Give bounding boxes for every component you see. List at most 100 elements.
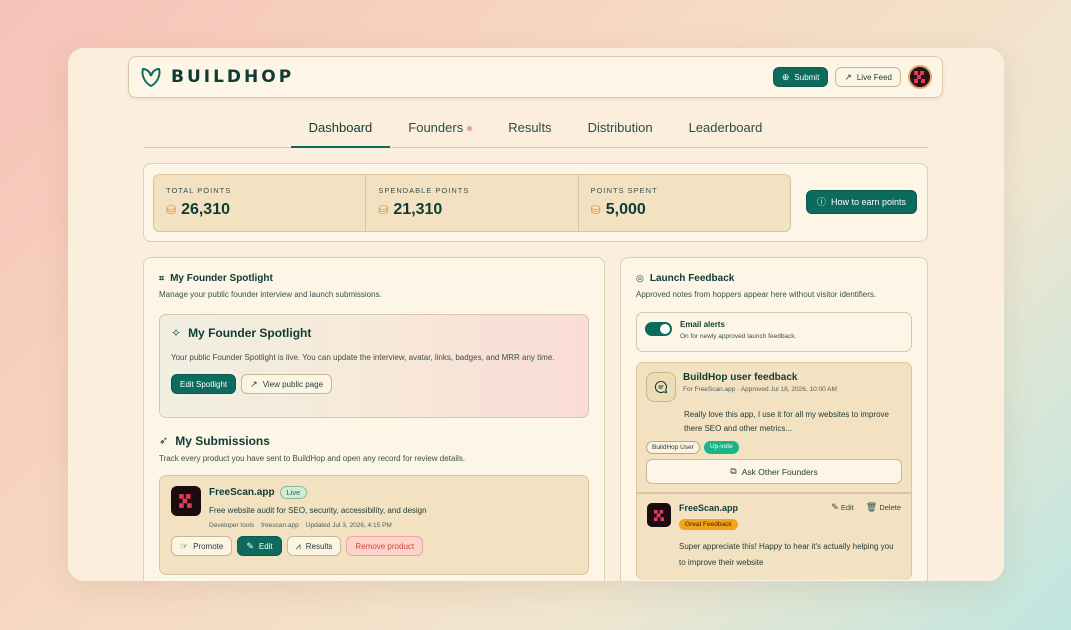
reply-edit-button[interactable]: ✎ Edit bbox=[831, 503, 854, 513]
submissions-title: ➶ My Submissions bbox=[159, 434, 589, 448]
coins-icon: ⛁ bbox=[166, 203, 177, 217]
tab-label: Founders bbox=[408, 120, 464, 135]
live-feed-label: Live Feed bbox=[856, 72, 892, 82]
great-feedback-badge: Great Feedback bbox=[679, 519, 738, 530]
edit-product-label: Edit bbox=[258, 541, 273, 551]
points-spent: POINTS SPENT ⛁ 5,000 bbox=[579, 175, 790, 231]
plus-circle-icon: ⊕ bbox=[781, 71, 790, 82]
feedback-card-meta: For FreeScan.app · Approved Jul 18, 2026… bbox=[683, 386, 837, 393]
live-feed-button[interactable]: ↗ Live Feed bbox=[835, 67, 901, 87]
total-points-value: 26,310 bbox=[181, 201, 230, 218]
edit-spotlight-button[interactable]: Edit Spotlight bbox=[171, 374, 237, 394]
total-points-label: TOTAL POINTS bbox=[166, 186, 232, 195]
remove-product-label: Remove product bbox=[355, 541, 415, 551]
view-public-page-button[interactable]: ↗ View public page bbox=[241, 374, 333, 394]
coins-icon: ⛁ bbox=[378, 203, 389, 217]
external-link-icon: ↗ bbox=[844, 71, 852, 82]
feedback-title-text: Launch Feedback bbox=[649, 273, 735, 284]
ask-other-founders-label: Ask Other Founders bbox=[741, 466, 818, 477]
user-tag: BuildHop User bbox=[646, 441, 700, 454]
section-title: ⌗ My Founder Spotlight bbox=[159, 273, 589, 284]
spotlight-section-title: My Founder Spotlight bbox=[170, 273, 273, 284]
spendable-points-label: SPENDABLE POINTS bbox=[378, 186, 470, 195]
feedback-card-text: Really love this app, I use it for all m… bbox=[684, 410, 889, 433]
spotlight-section-subtitle: Manage your public founder interview and… bbox=[159, 290, 382, 299]
feedback-subtitle: Approved notes from hoppers appear here … bbox=[636, 290, 877, 299]
product-updated: Updated Jul 3, 2026, 4:15 PM bbox=[305, 522, 392, 529]
launch-feedback-panel: ◎ Launch Feedback Approved notes from ho… bbox=[620, 257, 928, 581]
status-badge: Live bbox=[279, 486, 308, 499]
user-scan-icon: ⌗ bbox=[159, 273, 165, 283]
tab-label: Dashboard bbox=[308, 120, 373, 135]
email-alerts-title: Email alerts bbox=[680, 320, 725, 329]
feedback-title: ◎ Launch Feedback bbox=[636, 273, 912, 284]
product-logo-icon bbox=[647, 503, 671, 527]
points-grid: TOTAL POINTS ⛁ 26,310 SPENDABLE POINTS ⛁ 2… bbox=[153, 174, 791, 232]
results-button[interactable]: ⩘ Results bbox=[286, 536, 342, 556]
how-to-earn-label: How to earn points bbox=[830, 197, 906, 207]
tab-label: Leaderboard bbox=[688, 120, 763, 135]
product-name: FreeScan.app bbox=[209, 487, 275, 498]
results-label: Results bbox=[305, 541, 333, 551]
spotlight-card-text: Your public Founder Spotlight is live. Y… bbox=[171, 353, 555, 362]
reply-delete-label: Delete bbox=[879, 503, 901, 512]
coins-icon: ⛁ bbox=[590, 203, 601, 217]
app-window: BUILDHOP ⊕ Submit ↗ Live Feed Dashboard … bbox=[68, 48, 1004, 581]
submit-label: Submit bbox=[794, 72, 820, 82]
message-icon bbox=[646, 372, 676, 402]
founder-reply: FreeScan.app Great Feedback ✎ Edit 🗑 Del… bbox=[636, 493, 912, 580]
total-points: TOTAL POINTS ⛁ 26,310 bbox=[154, 175, 367, 231]
pencil-icon: ✎ bbox=[246, 540, 254, 551]
product-category: Developer tools bbox=[209, 522, 255, 529]
tab-label: Distribution bbox=[587, 120, 653, 135]
top-navbar: BUILDHOP ⊕ Submit ↗ Live Feed bbox=[128, 56, 943, 98]
submissions-title-text: My Submissions bbox=[175, 434, 270, 448]
external-link-icon: ↗ bbox=[250, 378, 258, 389]
reply-text: Super appreciate this! Happy to hear it'… bbox=[679, 542, 894, 567]
submit-button[interactable]: ⊕ Submit bbox=[772, 67, 829, 87]
product-card[interactable]: FreeScan.app Live Free website audit for… bbox=[159, 475, 589, 575]
rocket-icon: ➶ bbox=[159, 434, 169, 447]
message-circle-icon: ◎ bbox=[636, 273, 644, 283]
chart-icon: ⩘ bbox=[295, 540, 301, 551]
logo[interactable]: BUILDHOP bbox=[139, 65, 294, 89]
avatar[interactable] bbox=[908, 65, 932, 89]
spendable-points-value: 21,310 bbox=[393, 201, 443, 218]
points-panel: TOTAL POINTS ⛁ 26,310 SPENDABLE POINTS ⛁ 2… bbox=[143, 163, 928, 242]
tab-results[interactable]: Results bbox=[490, 110, 569, 147]
spotlight-card-title: My Founder Spotlight bbox=[188, 326, 312, 340]
email-alerts-subtitle: On for newly approved launch feedback. bbox=[680, 333, 797, 340]
brand-name: BUILDHOP bbox=[171, 67, 295, 87]
info-icon: ⓘ bbox=[816, 196, 826, 207]
tab-dashboard[interactable]: Dashboard bbox=[290, 110, 391, 148]
email-alerts-setting: Email alerts On for newly approved launc… bbox=[636, 312, 912, 352]
how-to-earn-button[interactable]: ⓘ How to earn points bbox=[805, 190, 917, 214]
feedback-card: BuildHop user feedback For FreeScan.app … bbox=[636, 362, 912, 493]
email-alerts-toggle[interactable] bbox=[645, 322, 672, 336]
notification-dot bbox=[467, 126, 473, 132]
founder-spotlight-panel: ⌗ My Founder Spotlight Manage your publi… bbox=[143, 257, 605, 581]
product-description: Free website audit for SEO, security, ac… bbox=[209, 506, 427, 515]
tab-leaderboard[interactable]: Leaderboard bbox=[671, 110, 781, 147]
product-logo-icon bbox=[171, 486, 201, 516]
tab-distribution[interactable]: Distribution bbox=[570, 110, 671, 147]
tab-label: Results bbox=[508, 120, 552, 135]
tab-founders[interactable]: Founders bbox=[390, 110, 490, 147]
remove-product-button[interactable]: Remove product bbox=[346, 536, 424, 556]
spendable-points: SPENDABLE POINTS ⛁ 21,310 bbox=[366, 175, 579, 231]
ask-other-founders-button[interactable]: ⧉ Ask Other Founders bbox=[646, 459, 902, 484]
promote-label: Promote bbox=[193, 541, 224, 551]
reply-delete-button[interactable]: 🗑 Delete bbox=[865, 502, 901, 513]
points-spent-value: 5,000 bbox=[605, 201, 646, 218]
sparkles-icon: ✧ bbox=[171, 326, 182, 340]
upvote-tag: Up-vote bbox=[703, 441, 739, 454]
submissions-subtitle: Track every product you have sent to Bui… bbox=[159, 454, 466, 463]
pointer-icon: ☞ bbox=[180, 540, 189, 551]
feedback-card-title: BuildHop user feedback bbox=[683, 372, 798, 383]
avatar-logo-icon bbox=[914, 71, 925, 83]
points-spent-label: POINTS SPENT bbox=[590, 186, 658, 195]
chat-icon: ⧉ bbox=[730, 466, 737, 476]
edit-product-button[interactable]: ✎ Edit bbox=[237, 536, 282, 556]
promote-button[interactable]: ☞ Promote bbox=[171, 536, 233, 556]
trash-icon: 🗑 bbox=[865, 502, 878, 512]
